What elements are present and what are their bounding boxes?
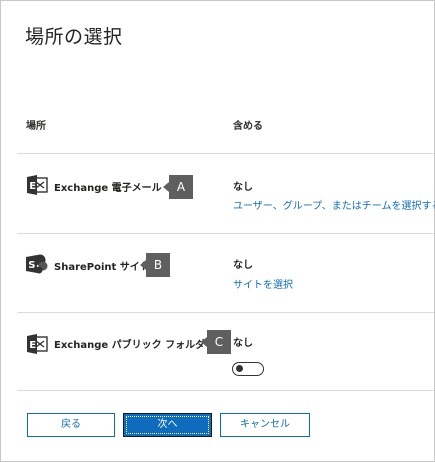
location-name-exchange-public-folders: Exchange パブリック フォルダー	[54, 340, 216, 351]
column-header-location: 場所	[26, 121, 46, 132]
exchange-icon: E	[27, 175, 48, 195]
callout-a: A	[163, 175, 193, 199]
dialog-title: 場所の選択	[25, 26, 123, 48]
callout-b: B	[140, 253, 170, 277]
location-name-sharepoint-sites: SharePoint サイト	[54, 262, 150, 273]
divider	[17, 153, 434, 154]
include-value: なし	[233, 182, 253, 193]
include-value: なし	[233, 260, 253, 271]
divider	[17, 233, 434, 234]
include-toggle[interactable]	[232, 362, 264, 376]
cancel-button[interactable]: キャンセル	[220, 413, 310, 437]
select-sites-link[interactable]: サイトを選択	[233, 276, 293, 291]
select-users-groups-link[interactable]: ユーザー、グループ、またはチームを選択する	[233, 197, 435, 212]
callout-c: C	[201, 330, 231, 354]
sharepoint-icon: S	[26, 254, 48, 274]
svg-text:E: E	[29, 340, 36, 351]
back-button[interactable]: 戻る	[27, 413, 115, 437]
next-button[interactable]: 次へ	[123, 413, 212, 437]
divider	[17, 312, 434, 313]
location-selection-dialog: 場所の選択 場所 含める E Exchange 電子メール A なし ユーザー、…	[0, 0, 435, 462]
exchange-icon: E	[27, 334, 48, 354]
svg-text:E: E	[29, 181, 36, 192]
location-name-exchange-email: Exchange 電子メール	[54, 183, 162, 194]
column-header-include: 含める	[233, 121, 263, 132]
include-value: なし	[233, 338, 253, 349]
toggle-knob	[236, 365, 243, 372]
svg-text:S: S	[28, 260, 35, 271]
divider	[17, 390, 434, 391]
